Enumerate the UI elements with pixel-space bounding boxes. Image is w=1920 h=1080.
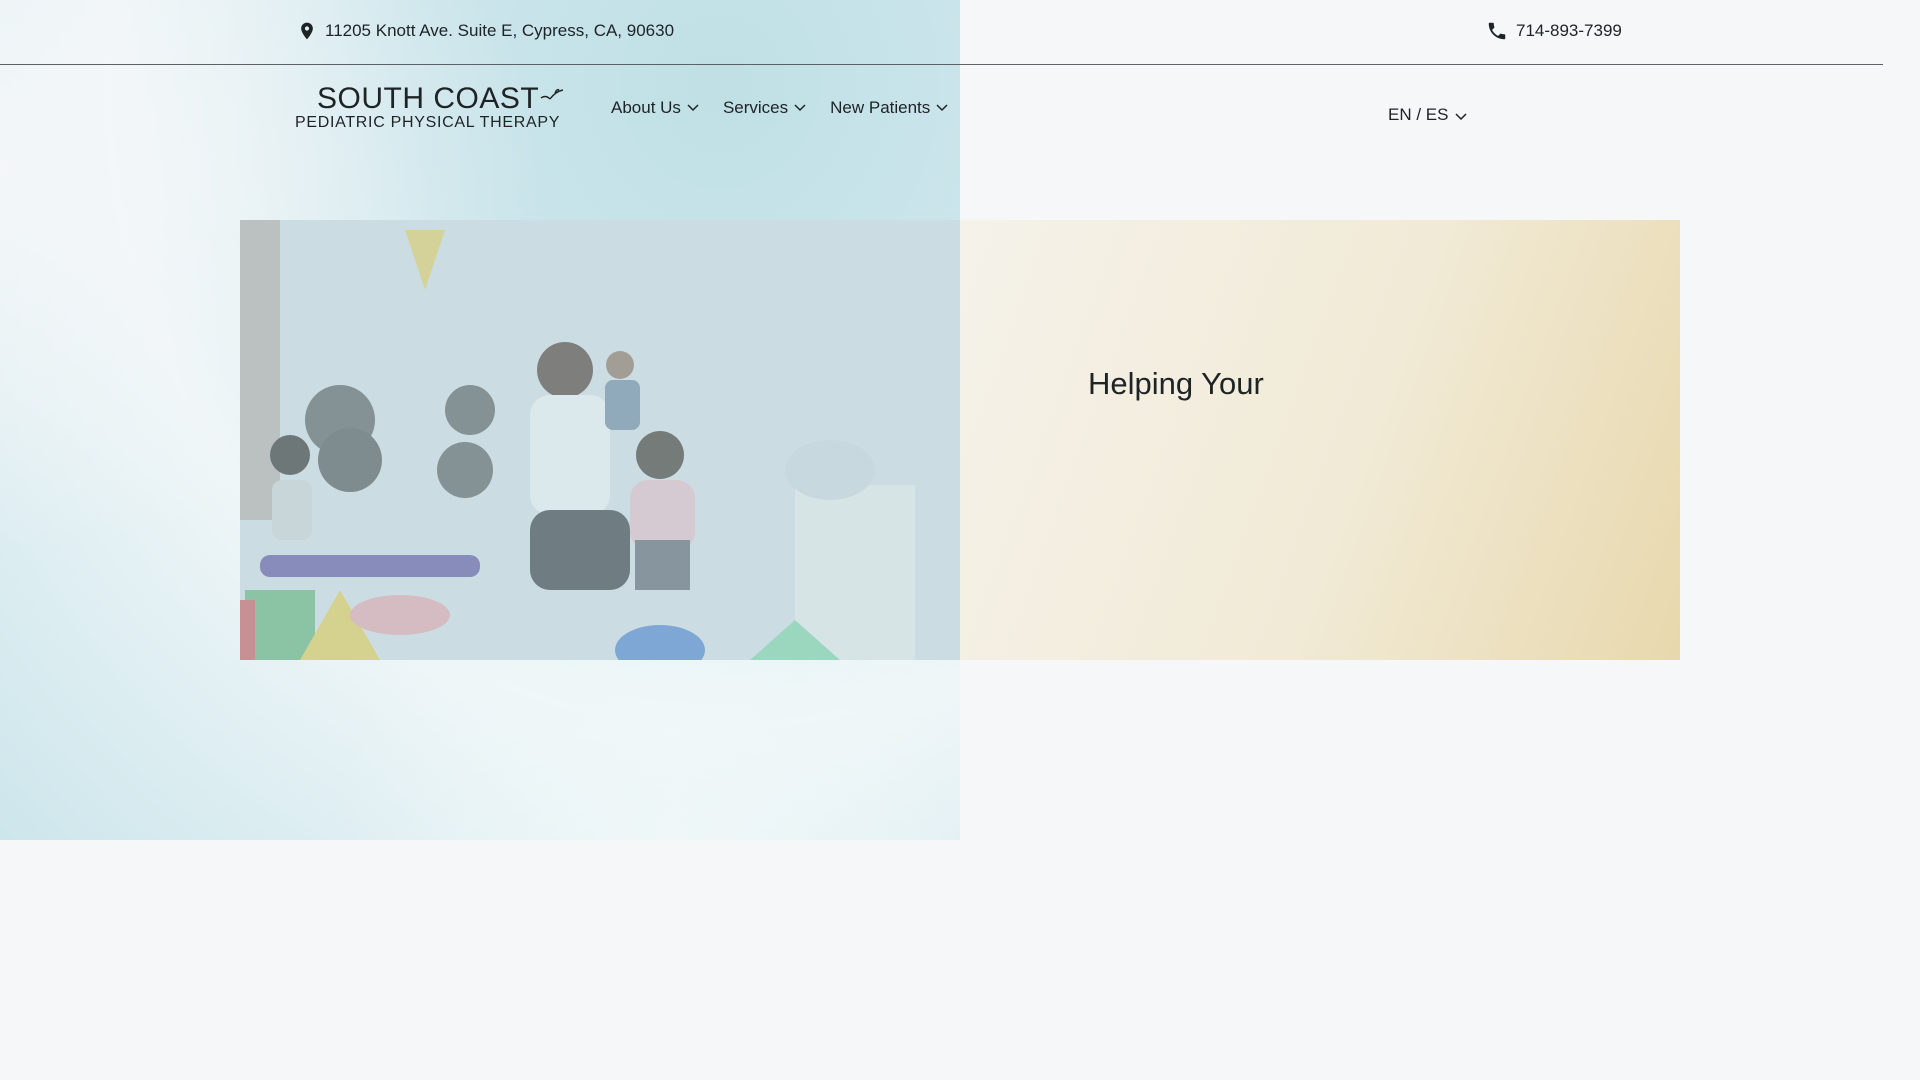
logo[interactable]: SOUTH COAST PEDIATRIC PHYSICAL THERAPY bbox=[295, 82, 564, 132]
photo-tint bbox=[240, 220, 960, 660]
nav-label: About Us bbox=[611, 98, 681, 117]
nav-new-patients[interactable]: New Patients bbox=[830, 98, 948, 118]
hero-panel: Helping Your bbox=[960, 220, 1680, 660]
chevron-down-icon bbox=[794, 104, 806, 112]
location-pin-icon bbox=[301, 22, 313, 40]
phone[interactable]: 714-893-7399 bbox=[1486, 20, 1622, 42]
language-label: EN / ES bbox=[1388, 105, 1449, 124]
hero: Helping Your bbox=[240, 220, 1680, 660]
language-switcher[interactable]: EN / ES bbox=[1388, 105, 1467, 125]
logo-subtitle: PEDIATRIC PHYSICAL THERAPY bbox=[295, 114, 561, 131]
address[interactable]: 11205 Knott Ave. Suite E, Cypress, CA, 9… bbox=[297, 20, 674, 42]
chevron-down-icon bbox=[687, 104, 699, 112]
hero-heading: Helping Your bbox=[1088, 366, 1264, 401]
nav-label: Services bbox=[722, 98, 789, 117]
logo-title: SOUTH COAST bbox=[317, 82, 540, 115]
nav-about-us[interactable]: About Us bbox=[611, 98, 699, 118]
address-text: 11205 Knott Ave. Suite E, Cypress, CA, 9… bbox=[325, 21, 675, 40]
top-bar: 11205 Knott Ave. Suite E, Cypress, CA, 9… bbox=[0, 0, 1883, 65]
bird-icon bbox=[540, 88, 564, 100]
main-nav: About Us Services New Patients bbox=[611, 98, 948, 118]
nav-services[interactable]: Services bbox=[723, 98, 806, 118]
hero-photo bbox=[240, 220, 960, 660]
phone-number: 714-893-7399 bbox=[1516, 21, 1622, 40]
phone-icon bbox=[1488, 22, 1506, 40]
chevron-down-icon bbox=[936, 104, 948, 112]
nav-label: New Patients bbox=[830, 98, 931, 117]
chevron-down-icon bbox=[1455, 113, 1467, 120]
